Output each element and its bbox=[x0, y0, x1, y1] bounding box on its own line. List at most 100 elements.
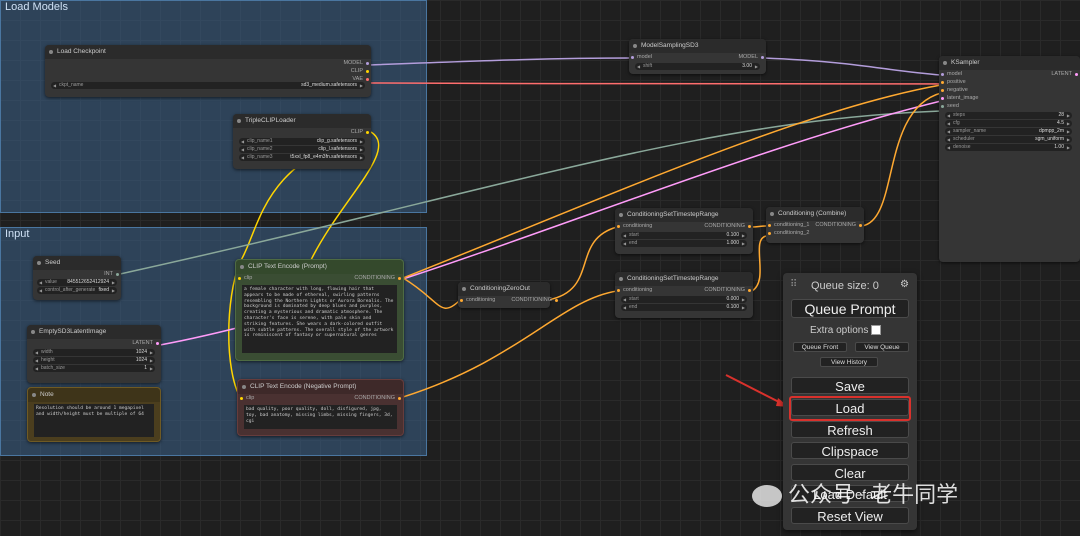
node-title: EmptySD3LatentImage bbox=[27, 325, 161, 339]
widget-label: shift bbox=[643, 63, 653, 69]
sampler-name-widget[interactable]: sampler_name dpmpp_2m bbox=[945, 128, 1072, 135]
output-model[interactable]: MODEL bbox=[730, 53, 766, 62]
node-empty-sd3-latent-image[interactable]: EmptySD3LatentImage LATENT width 1024 hei… bbox=[27, 325, 161, 383]
node-set-timestep-range-1[interactable]: ConditioningSetTimestepRange conditionin… bbox=[615, 208, 753, 254]
node-load-checkpoint[interactable]: Load Checkpoint MODEL CLIP VAE ckpt_name… bbox=[45, 45, 371, 97]
widget-value: t5xxl_fp8_e4m3fn.safetensors bbox=[290, 154, 357, 160]
end-widget[interactable]: end 1.000 bbox=[621, 240, 747, 247]
wire-ts1-to-combine bbox=[751, 225, 767, 228]
queue-prompt-button[interactable]: Queue Prompt bbox=[791, 299, 909, 318]
clip-name3-widget[interactable]: clip_name3 t5xxl_fp8_e4m3fn.safetensors bbox=[239, 154, 365, 161]
widget-value: 0.100 bbox=[726, 304, 739, 310]
widget-label: start bbox=[629, 232, 639, 238]
cfg-widget[interactable]: cfg 4.5 bbox=[945, 120, 1072, 127]
output-int[interactable]: INT bbox=[33, 270, 121, 279]
widget-value: 4.5 bbox=[1057, 120, 1064, 126]
group-title: Input bbox=[5, 228, 30, 240]
node-title: ConditioningZeroOut bbox=[458, 282, 550, 296]
end-widget[interactable]: end 0.100 bbox=[621, 304, 747, 311]
wire-zero-to-ts1 bbox=[547, 226, 618, 301]
queue-size: Queue size: 0 bbox=[811, 280, 879, 292]
input-clip[interactable]: clip bbox=[238, 394, 262, 403]
denoise-widget[interactable]: denoise 1.00 bbox=[945, 144, 1072, 151]
node-note[interactable]: Note Resolution should be around 1 megap… bbox=[27, 387, 161, 442]
node-title: Conditioning (Combine) bbox=[766, 207, 864, 221]
extra-options[interactable]: Extra options bbox=[810, 325, 882, 336]
ckpt-name-widget[interactable]: ckpt_name sd3_medium.safetensors bbox=[51, 82, 365, 89]
height-widget[interactable]: height 1024 bbox=[33, 357, 155, 364]
widget-label: batch_size bbox=[41, 365, 65, 371]
steps-widget[interactable]: steps 28 bbox=[945, 112, 1072, 119]
node-title: Load Checkpoint bbox=[45, 45, 371, 59]
drag-handle-icon[interactable]: ⠿ bbox=[790, 279, 797, 290]
start-widget[interactable]: start 0.000 bbox=[621, 296, 747, 303]
node-seed[interactable]: Seed INT value 845512652412924 control_af… bbox=[33, 256, 121, 300]
queue-front-button[interactable]: Queue Front bbox=[793, 342, 847, 352]
widget-label: ckpt_name bbox=[59, 82, 84, 88]
refresh-button[interactable]: Refresh bbox=[791, 421, 909, 438]
node-triple-clip-loader[interactable]: TripleCLIPLoader CLIP clip_name1 clip_g.s… bbox=[233, 114, 371, 169]
node-title: TripleCLIPLoader bbox=[233, 114, 371, 128]
node-canvas[interactable]: Load Models Input Load Checkpoint MODEL … bbox=[0, 0, 1080, 536]
node-title: CLIP Text Encode (Prompt) bbox=[236, 260, 403, 274]
save-button[interactable]: Save bbox=[791, 377, 909, 394]
negative-prompt-text[interactable]: bad quality, poor quality, doll, disfigu… bbox=[244, 405, 397, 429]
clip-name2-widget[interactable]: clip_name2 clip_l.safetensors bbox=[239, 146, 365, 153]
output-conditioning[interactable]: CONDITIONING bbox=[696, 286, 753, 295]
shift-widget[interactable]: shift 3.00 bbox=[635, 63, 760, 70]
view-queue-button[interactable]: View Queue bbox=[855, 342, 909, 352]
batch-size-widget[interactable]: batch_size 1 bbox=[33, 365, 155, 372]
extra-options-label: Extra options bbox=[810, 325, 869, 336]
reset-view-button[interactable]: Reset View bbox=[791, 507, 909, 524]
view-history-button[interactable]: View History bbox=[820, 357, 878, 367]
node-model-sampling-sd3[interactable]: ModelSamplingSD3 model MODEL shift 3.00 bbox=[629, 39, 766, 74]
input-conditioning-2[interactable]: conditioning_2 bbox=[766, 229, 864, 238]
width-widget[interactable]: width 1024 bbox=[33, 349, 155, 356]
widget-value: clip_l.safetensors bbox=[318, 146, 357, 152]
watermark-author: 老牛同学 bbox=[870, 483, 959, 508]
node-conditioning-zero-out[interactable]: ConditioningZeroOut conditioning CONDITI… bbox=[458, 282, 558, 308]
node-title: ConditioningSetTimestepRange bbox=[615, 208, 753, 222]
scheduler-widget[interactable]: scheduler sgm_uniform bbox=[945, 136, 1072, 143]
annotation-arrow bbox=[725, 374, 784, 405]
widget-label: sampler_name bbox=[953, 128, 987, 134]
node-title: ConditioningSetTimestepRange bbox=[615, 272, 753, 286]
output-conditioning[interactable]: CONDITIONING bbox=[346, 274, 403, 283]
prompt-text[interactable]: a female character with long, flowing ha… bbox=[242, 285, 397, 353]
widget-value: 1.000 bbox=[726, 240, 739, 246]
widget-value: 1024 bbox=[135, 357, 147, 363]
gear-icon[interactable]: ⚙ bbox=[900, 279, 909, 290]
input-clip[interactable]: clip bbox=[236, 274, 260, 283]
widget-value: 1024 bbox=[135, 349, 147, 355]
load-button-highlight bbox=[789, 396, 911, 421]
node-clip-text-encode-negative[interactable]: CLIP Text Encode (Negative Prompt) clip … bbox=[237, 379, 404, 436]
control-after-generate-widget[interactable]: control_after_generatefixed bbox=[37, 287, 117, 294]
input-conditioning[interactable]: conditioning bbox=[615, 222, 660, 231]
group-load-models[interactable]: Load Models bbox=[0, 0, 427, 213]
widget-label: end bbox=[629, 240, 638, 246]
node-conditioning-combine[interactable]: Conditioning (Combine) CONDITIONING cond… bbox=[766, 207, 864, 243]
note-text[interactable]: Resolution should be around 1 megapixel … bbox=[34, 404, 154, 437]
watermark-channel: 公众号 bbox=[788, 483, 855, 508]
widget-value: 845512652412924 bbox=[67, 279, 109, 285]
node-clip-text-encode-positive[interactable]: CLIP Text Encode (Prompt) clip CONDITION… bbox=[235, 259, 404, 361]
output-conditioning[interactable]: CONDITIONING bbox=[346, 394, 403, 403]
output-latent[interactable]: LATENT bbox=[27, 339, 161, 348]
input-conditioning[interactable]: conditioning bbox=[615, 286, 660, 295]
clip-name1-widget[interactable]: clip_name1 clip_g.safetensors bbox=[239, 138, 365, 145]
widget-label: cfg bbox=[953, 120, 960, 126]
output-conditioning[interactable]: CONDITIONING bbox=[696, 222, 753, 231]
seed-value-widget[interactable]: value 845512652412924 bbox=[37, 279, 117, 286]
input-conditioning[interactable]: conditioning bbox=[458, 296, 503, 305]
widget-label: clip_name2 bbox=[247, 146, 273, 152]
output-clip[interactable]: CLIP bbox=[233, 128, 371, 137]
output-conditioning[interactable]: CONDITIONING bbox=[503, 296, 560, 305]
widget-value: 1 bbox=[144, 365, 147, 371]
start-widget[interactable]: start 0.100 bbox=[621, 232, 747, 239]
clipspace-button[interactable]: Clipspace bbox=[791, 442, 909, 459]
input-seed[interactable]: seed bbox=[939, 102, 1080, 111]
node-ksampler[interactable]: KSampler LATENT model positive negative … bbox=[939, 56, 1080, 262]
input-model[interactable]: model bbox=[629, 53, 660, 62]
extra-options-checkbox[interactable] bbox=[871, 325, 882, 336]
node-set-timestep-range-2[interactable]: ConditioningSetTimestepRange conditionin… bbox=[615, 272, 753, 318]
